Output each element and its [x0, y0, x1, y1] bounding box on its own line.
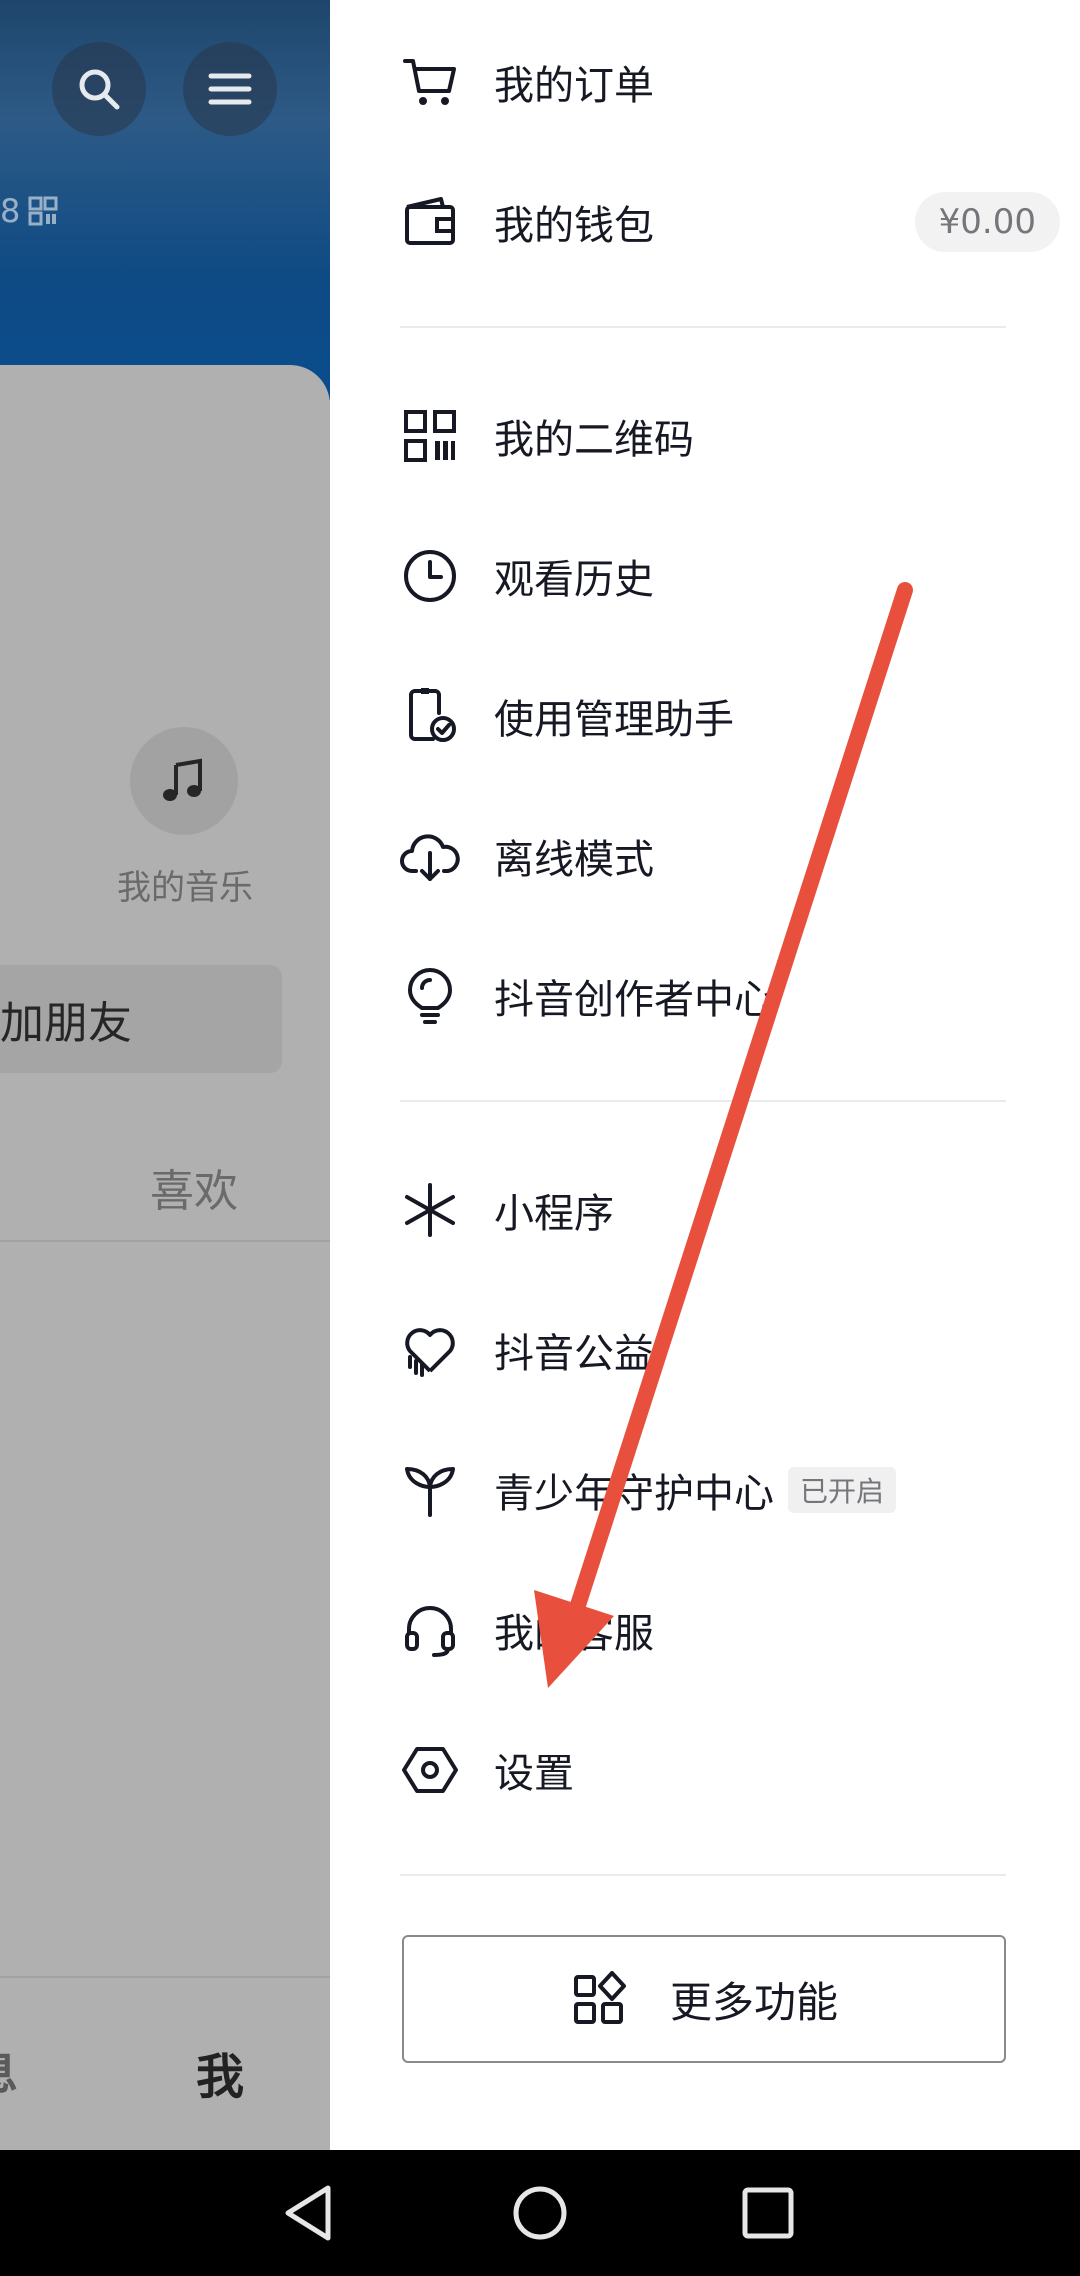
profile-stats-snippet: 8 [0, 192, 58, 230]
menu-button[interactable] [183, 42, 277, 136]
profile-header: 8 [0, 0, 330, 400]
lightbulb-icon [400, 966, 460, 1026]
side-drawer-menu: 我的订单 我的钱包 ¥0.00 我的二维码 观看历史 使用管理助手 离线模式 抖… [330, 0, 1080, 2150]
back-icon[interactable] [276, 2180, 342, 2246]
menu-item-my-wallet[interactable]: 我的钱包 ¥0.00 [400, 172, 1060, 272]
my-music-button[interactable] [130, 727, 238, 835]
my-music-label: 我的音乐 [117, 868, 253, 908]
profile-content-card [0, 365, 330, 2150]
wallet-icon [400, 192, 460, 252]
menu-item-label: 我的客服 [494, 1611, 654, 1657]
menu-item-settings[interactable]: 设置 [400, 1720, 1060, 1820]
charity-heart-icon [400, 1320, 460, 1380]
menu-item-label: 青少年守护中心 [494, 1471, 774, 1517]
bottom-nav-me[interactable]: 我 [196, 2037, 244, 2107]
menu-item-label: 小程序 [494, 1191, 614, 1237]
wallet-balance-badge: ¥0.00 [914, 192, 1060, 252]
cloud-download-icon [400, 826, 460, 886]
divider [0, 1976, 330, 1978]
search-button[interactable] [52, 42, 146, 136]
menu-item-offline-mode[interactable]: 离线模式 [400, 806, 1060, 906]
menu-item-usage-manager[interactable]: 使用管理助手 [400, 666, 1060, 766]
recents-icon[interactable] [735, 2180, 801, 2246]
phone-check-icon [400, 686, 460, 746]
search-icon [79, 69, 120, 110]
divider [400, 326, 1006, 328]
divider [400, 1874, 1006, 1876]
add-friend-button[interactable]: 加朋友 [0, 965, 282, 1073]
menu-item-label: 我的钱包 [494, 203, 654, 249]
menu-item-customer-service[interactable]: 我的客服 [400, 1580, 1060, 1680]
menu-item-mini-programs[interactable]: 小程序 [400, 1160, 1060, 1260]
apps-grid-icon [570, 1969, 630, 2029]
tab-likes[interactable]: 喜欢 [150, 1155, 238, 1219]
headset-icon [400, 1600, 460, 1660]
bottom-nav-messages[interactable]: 息 [0, 2037, 18, 2103]
divider [0, 1240, 330, 1242]
menu-item-my-qr-code[interactable]: 我的二维码 [400, 386, 1060, 486]
menu-item-label: 我的订单 [494, 63, 654, 109]
menu-item-label: 观看历史 [494, 557, 654, 603]
clock-icon [400, 546, 460, 606]
qr-code-icon [400, 406, 460, 466]
menu-item-label: 我的二维码 [494, 417, 694, 463]
hexagon-settings-icon [400, 1740, 460, 1800]
menu-item-label: 抖音创作者中心 [494, 977, 774, 1023]
menu-item-creator-center[interactable]: 抖音创作者中心 [400, 946, 1060, 1046]
system-navigation-bar [0, 2150, 1080, 2276]
profile-page-backdrop[interactable]: 8 我的音乐 加朋友 喜欢 息 我 [0, 0, 330, 2150]
more-features-label: 更多功能 [669, 1977, 838, 2027]
menu-item-label: 离线模式 [494, 837, 654, 883]
divider [400, 1100, 1006, 1102]
menu-item-label: 设置 [494, 1751, 574, 1797]
qr-code-icon [28, 196, 58, 226]
menu-item-douyin-charity[interactable]: 抖音公益 [400, 1300, 1060, 1400]
menu-item-youth-protection[interactable]: 青少年守护中心 已开启 [400, 1440, 1060, 1540]
menu-icon [208, 73, 252, 105]
more-features-button[interactable]: 更多功能 [402, 1935, 1006, 2063]
status-badge: 已开启 [788, 1467, 897, 1513]
music-note-icon [163, 758, 202, 801]
sprout-icon [400, 1460, 460, 1520]
menu-item-label: 抖音公益 [494, 1331, 654, 1377]
menu-item-watch-history[interactable]: 观看历史 [400, 526, 1060, 626]
menu-item-my-orders[interactable]: 我的订单 [400, 32, 1060, 132]
add-friend-label: 加朋友 [0, 998, 132, 1049]
cart-icon [400, 52, 460, 112]
home-icon[interactable] [507, 2180, 573, 2246]
menu-item-label: 使用管理助手 [494, 697, 734, 743]
mini-program-icon [400, 1180, 460, 1240]
